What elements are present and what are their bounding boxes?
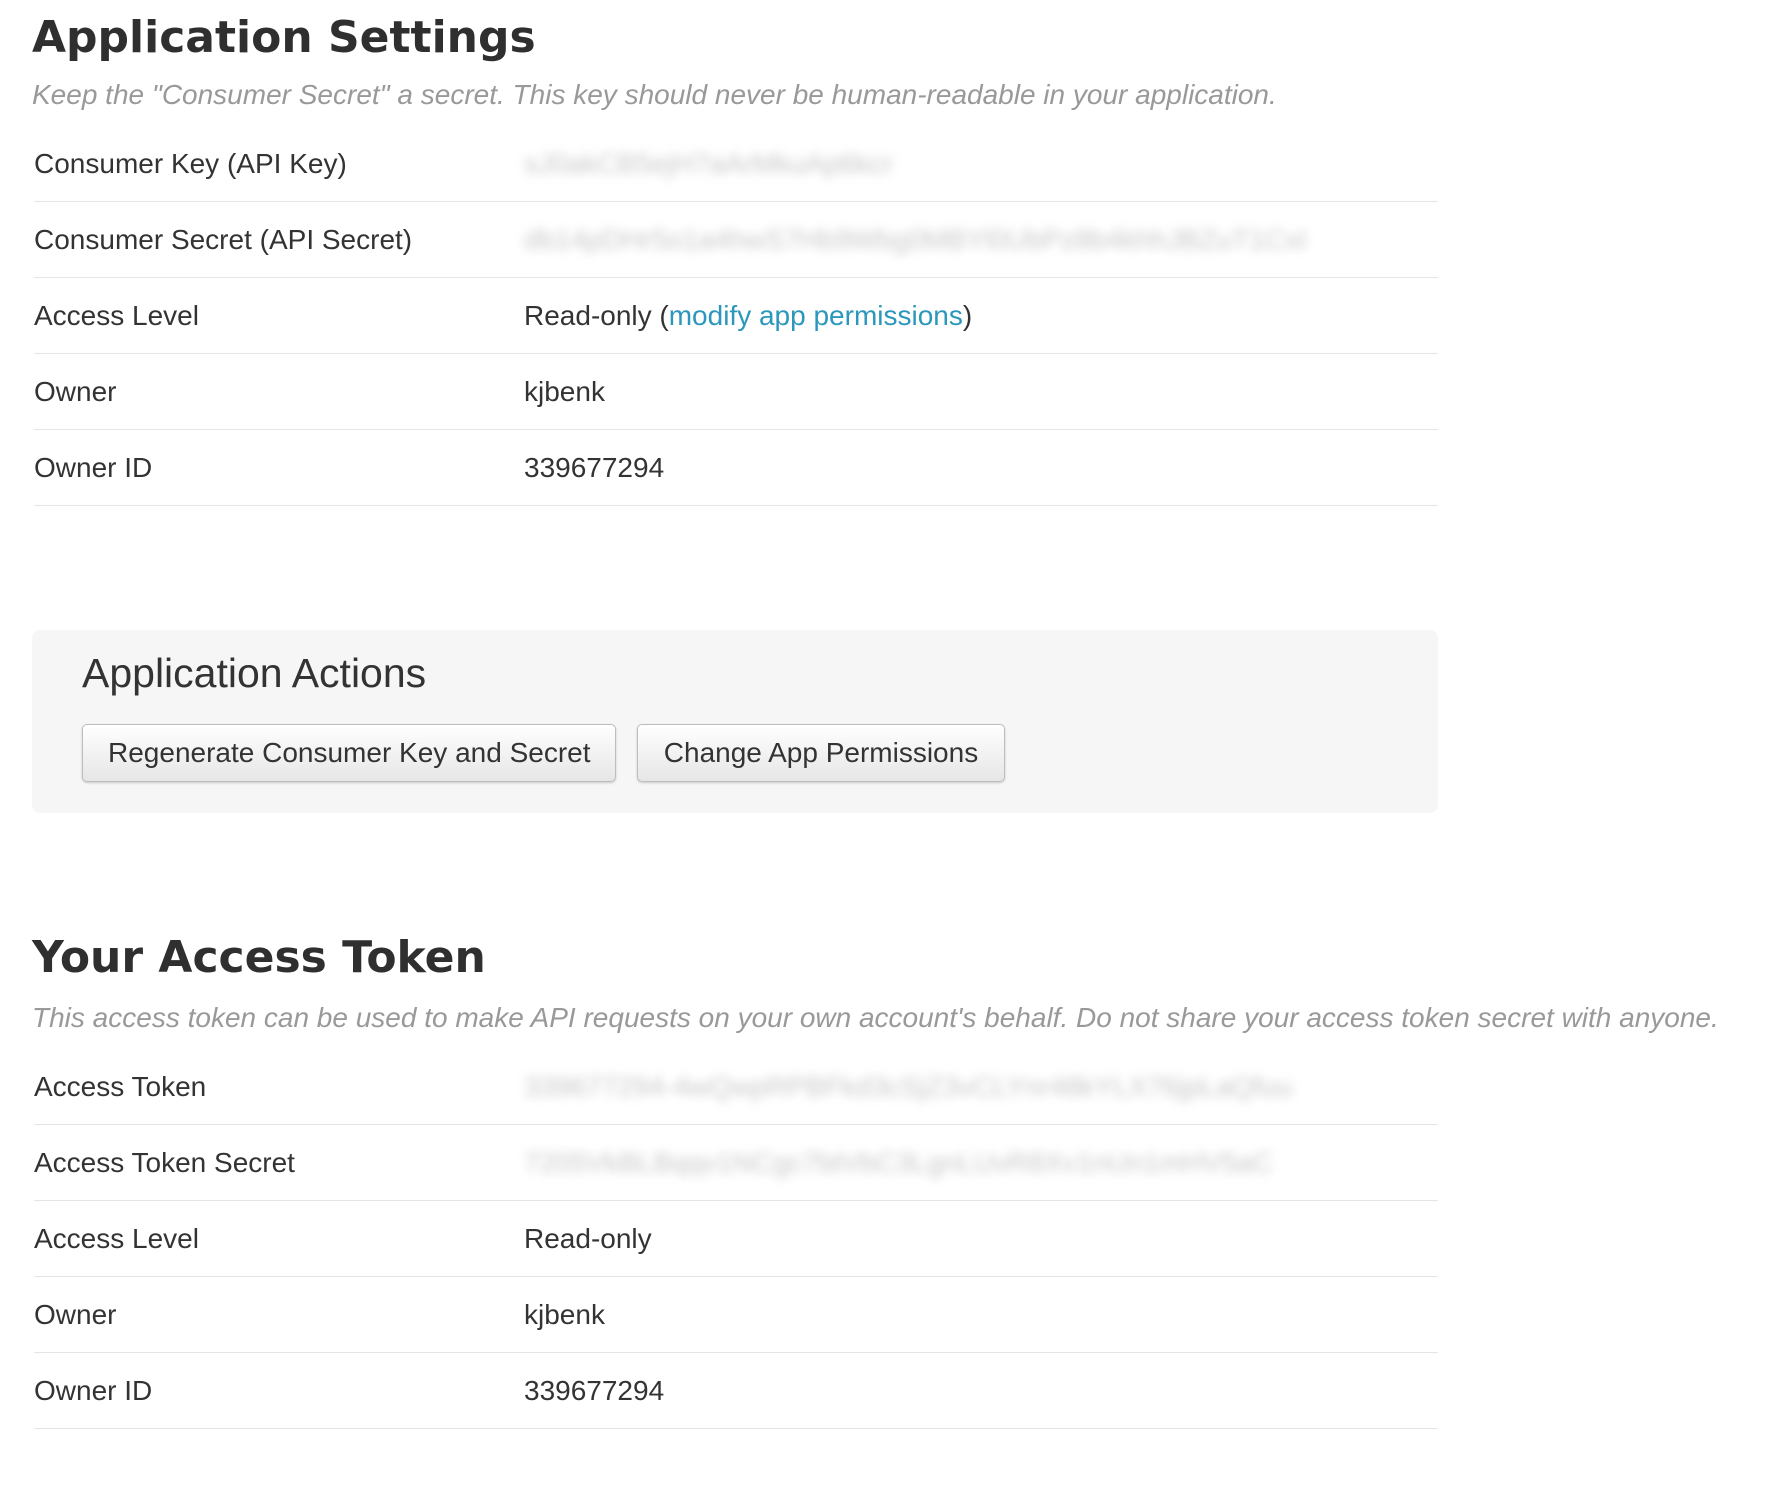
app-access-level-label: Access Level (34, 300, 199, 331)
app-access-level-row: Access Level Read-only (modify app permi… (34, 278, 1438, 354)
consumer-secret-row: Consumer Secret (API Secret) db14pDHr5o1… (34, 202, 1438, 278)
access-token-label: Access Token (34, 1071, 207, 1102)
app-settings-title: Application Settings (32, 12, 536, 63)
app-actions-title: Application Actions (82, 650, 427, 696)
app-access-level-suffix: ) (962, 300, 973, 331)
page: Application Settings Keep the "Consumer … (0, 0, 1768, 1486)
token-owner-id-label: Owner ID (34, 1375, 153, 1406)
access-token-secret-value: 7205VkBLBqqv1NCgc7btVbC3LgnLUvR8Xv1nUn1m… (524, 1147, 1273, 1178)
consumer-key-value: sJ0akCB5ejH7aArMkuAp6kcr (524, 148, 893, 179)
token-owner-id-row: Owner ID 339677294 (34, 1353, 1438, 1429)
token-owner-id-value: 339677294 (524, 1375, 665, 1406)
token-owner-value: kjbenk (524, 1299, 605, 1330)
consumer-secret-value: db14pDHr5o1a4hwS7Hb9Wbg0MBYl0UbPz8b4khhJ… (524, 224, 1307, 255)
access-token-table: Access Token 339677294-4wQwpRPBFkd3cSjZ3… (34, 1049, 1438, 1429)
access-token-value: 339677294-4wQwpRPBFkd3cSjZ3vCLYnr48kYLX7… (524, 1071, 1293, 1102)
consumer-key-label: Consumer Key (API Key) (34, 148, 347, 179)
access-token-secret-row: Access Token Secret 7205VkBLBqqv1NCgc7bt… (34, 1125, 1438, 1201)
change-app-permissions-button[interactable]: Change App Permissions (637, 724, 1005, 782)
token-access-level-value: Read-only (524, 1223, 652, 1254)
access-token-title: Your Access Token (32, 932, 486, 983)
modify-app-permissions-link[interactable]: modify app permissions (669, 300, 963, 331)
token-access-level-label: Access Level (34, 1223, 199, 1254)
app-settings-description: Keep the "Consumer Secret" a secret. Thi… (32, 79, 1277, 110)
app-access-level-value-wrap: Read-only (modify app permissions) (524, 300, 972, 332)
consumer-secret-label: Consumer Secret (API Secret) (34, 224, 413, 255)
access-token-description: This access token can be used to make AP… (32, 1002, 1719, 1033)
app-owner-value: kjbenk (524, 376, 605, 407)
app-access-level-value: Read-only ( (524, 300, 669, 331)
access-token-row: Access Token 339677294-4wQwpRPBFkd3cSjZ3… (34, 1049, 1438, 1125)
app-owner-label: Owner (34, 376, 117, 407)
app-actions-panel: Application Actions Regenerate Consumer … (32, 630, 1438, 813)
token-owner-label: Owner (34, 1299, 117, 1330)
regenerate-consumer-key-button[interactable]: Regenerate Consumer Key and Secret (82, 724, 616, 782)
app-owner-row: Owner kjbenk (34, 354, 1438, 430)
app-owner-id-label: Owner ID (34, 452, 153, 483)
access-token-secret-label: Access Token Secret (34, 1147, 295, 1178)
app-owner-id-value: 339677294 (524, 452, 665, 483)
token-access-level-row: Access Level Read-only (34, 1201, 1438, 1277)
consumer-key-row: Consumer Key (API Key) sJ0akCB5ejH7aArMk… (34, 126, 1438, 202)
token-owner-row: Owner kjbenk (34, 1277, 1438, 1353)
app-owner-id-row: Owner ID 339677294 (34, 430, 1438, 506)
app-settings-table: Consumer Key (API Key) sJ0akCB5ejH7aArMk… (34, 126, 1438, 506)
